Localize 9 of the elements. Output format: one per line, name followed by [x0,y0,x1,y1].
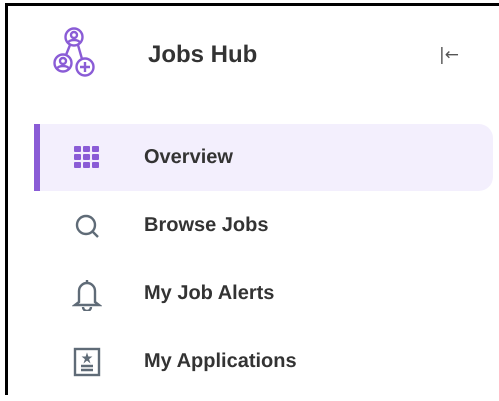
nav-item[interactable]: Browse Jobs [34,192,493,259]
search-icon [74,212,100,238]
document-icon [73,346,101,376]
app-title: Jobs Hub [148,41,258,69]
nav-item[interactable]: Overview [34,124,493,191]
grid-icon [74,146,100,170]
nav-item[interactable]: My Applications [34,328,493,395]
nav-item[interactable]: My Job Alerts [34,260,493,327]
collapse-sidebar-button[interactable]: |← [435,43,463,67]
